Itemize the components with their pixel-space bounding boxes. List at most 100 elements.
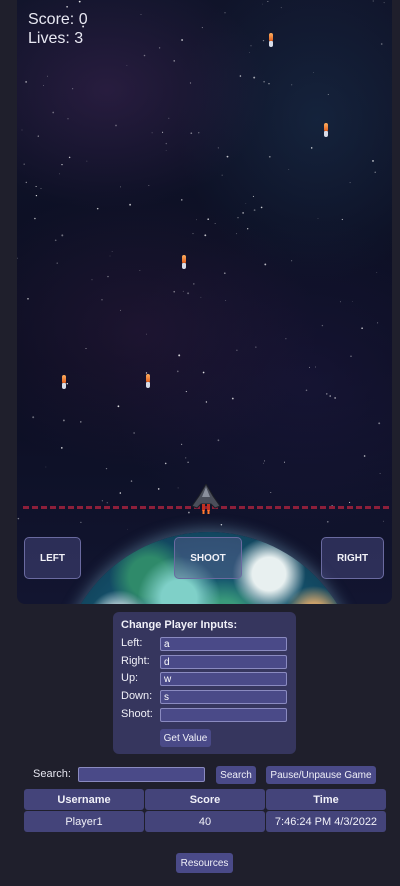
star bbox=[178, 354, 181, 357]
spaceship-icon bbox=[191, 484, 221, 514]
star bbox=[327, 93, 329, 96]
star bbox=[68, 156, 71, 159]
star bbox=[101, 299, 103, 301]
star bbox=[187, 292, 190, 295]
star bbox=[221, 174, 223, 176]
star bbox=[260, 206, 263, 209]
star bbox=[61, 234, 64, 237]
star bbox=[56, 262, 58, 264]
star bbox=[143, 54, 146, 57]
star bbox=[262, 3, 263, 5]
search-button[interactable]: Search bbox=[216, 766, 256, 784]
star bbox=[61, 164, 63, 166]
star bbox=[262, 39, 265, 42]
star bbox=[220, 523, 223, 526]
star bbox=[115, 124, 117, 127]
star bbox=[305, 389, 308, 392]
game-canvas[interactable]: Score: 0 Lives: 3 LEFT SHOOT RIGHT bbox=[17, 0, 392, 604]
star bbox=[151, 132, 153, 134]
star bbox=[268, 83, 270, 85]
star bbox=[205, 401, 208, 403]
star bbox=[158, 47, 161, 49]
star bbox=[214, 223, 216, 224]
star bbox=[101, 500, 103, 502]
star bbox=[263, 80, 265, 83]
star bbox=[247, 228, 249, 230]
star bbox=[193, 283, 195, 285]
star bbox=[321, 324, 324, 327]
star bbox=[54, 239, 57, 242]
star bbox=[374, 171, 376, 173]
left-key-input[interactable] bbox=[160, 637, 287, 651]
star bbox=[236, 349, 238, 351]
right-key-label: Right: bbox=[121, 655, 150, 667]
star bbox=[252, 195, 254, 197]
star bbox=[351, 300, 353, 302]
star bbox=[25, 81, 27, 83]
star bbox=[224, 12, 226, 14]
shoot-button[interactable]: SHOOT bbox=[174, 537, 242, 579]
star bbox=[133, 432, 135, 434]
star bbox=[23, 163, 25, 165]
star bbox=[315, 366, 316, 368]
right-key-input[interactable] bbox=[160, 655, 287, 669]
star bbox=[192, 233, 194, 235]
star bbox=[207, 218, 210, 221]
resources-button[interactable]: Resources bbox=[176, 853, 233, 873]
star bbox=[182, 290, 184, 292]
star bbox=[245, 203, 247, 205]
star bbox=[157, 488, 160, 490]
inputs-title: Change Player Inputs: bbox=[121, 619, 238, 631]
star bbox=[168, 117, 170, 119]
star bbox=[180, 443, 183, 446]
star bbox=[173, 60, 175, 62]
down-key-label: Down: bbox=[121, 690, 153, 702]
get-value-button[interactable]: Get Value bbox=[160, 729, 211, 747]
star bbox=[239, 75, 242, 77]
star bbox=[17, 257, 18, 259]
star bbox=[334, 397, 336, 399]
enemy-missile-icon bbox=[323, 123, 329, 139]
star bbox=[195, 219, 197, 221]
star bbox=[326, 393, 328, 395]
header-username: Username bbox=[24, 789, 144, 810]
star bbox=[200, 296, 202, 298]
star bbox=[283, 461, 286, 463]
star bbox=[35, 194, 38, 197]
star bbox=[181, 199, 183, 201]
star bbox=[130, 480, 133, 482]
star bbox=[231, 397, 234, 400]
star bbox=[190, 132, 193, 135]
star bbox=[72, 88, 74, 90]
star bbox=[189, 82, 192, 84]
star bbox=[285, 338, 287, 340]
star bbox=[202, 371, 205, 374]
left-button[interactable]: LEFT bbox=[24, 537, 81, 579]
star bbox=[236, 233, 238, 235]
up-key-input[interactable] bbox=[160, 672, 287, 686]
star bbox=[107, 275, 109, 278]
star bbox=[372, 159, 374, 162]
star bbox=[226, 155, 229, 158]
star bbox=[27, 298, 29, 300]
shoot-key-input[interactable] bbox=[160, 708, 287, 722]
down-key-input[interactable] bbox=[160, 690, 287, 704]
star bbox=[242, 212, 244, 214]
search-input[interactable] bbox=[78, 767, 205, 782]
star bbox=[129, 203, 132, 206]
star bbox=[162, 131, 164, 133]
star bbox=[67, 118, 69, 120]
star bbox=[146, 333, 147, 335]
star bbox=[270, 492, 272, 494]
star bbox=[225, 300, 227, 301]
right-button[interactable]: RIGHT bbox=[321, 537, 384, 579]
star bbox=[313, 71, 314, 73]
star bbox=[35, 185, 37, 188]
left-key-label: Left: bbox=[121, 637, 143, 649]
star bbox=[201, 27, 203, 29]
shoot-key-label: Shoot: bbox=[121, 708, 153, 720]
star bbox=[329, 395, 331, 397]
pause-button[interactable]: Pause/Unpause Game bbox=[266, 766, 376, 784]
star bbox=[264, 460, 266, 462]
enemy-missile-icon bbox=[181, 255, 187, 271]
